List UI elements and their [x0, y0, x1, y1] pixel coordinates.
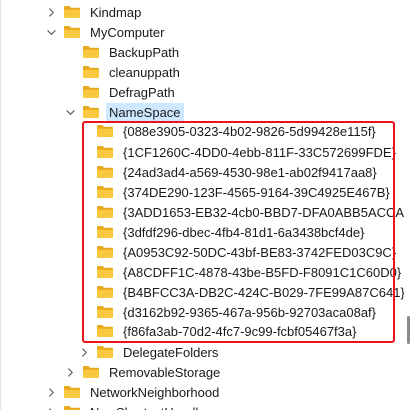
tree-left-border	[0, 0, 1, 410]
folder-icon	[64, 386, 80, 398]
scrollbar-thumb[interactable]	[407, 316, 410, 344]
chevron-right-icon[interactable]	[45, 406, 57, 410]
folder-icon	[83, 106, 99, 118]
tree-item-label: NewShortcutHandlers	[87, 403, 219, 410]
tree-item[interactable]: DefragPath	[64, 82, 178, 102]
tree-item[interactable]: RemovableStorage	[64, 362, 223, 382]
folder-icon	[64, 26, 80, 38]
vertical-scrollbar[interactable]	[404, 0, 414, 410]
tree-item-label: Kindmap	[90, 4, 142, 20]
tree-item-label: RemovableStorage	[109, 364, 221, 380]
highlight-box	[82, 121, 395, 343]
tree-item[interactable]: MyComputer	[45, 22, 167, 42]
tree-item[interactable]: NameSpace	[64, 102, 184, 122]
folder-icon	[83, 86, 99, 98]
tree-item[interactable]: NetworkNeighborhood	[45, 382, 222, 402]
chevron-right-icon[interactable]	[45, 386, 57, 398]
chevron-right-icon[interactable]	[45, 6, 57, 18]
tree-item-label: MyComputer	[90, 24, 165, 40]
chevron-down-icon[interactable]	[64, 106, 76, 118]
tree-item-label: DelegateFolders	[123, 344, 219, 360]
tree-item-label: NameSpace	[106, 102, 184, 122]
tree-item[interactable]: DelegateFolders	[78, 342, 221, 362]
tree-item-label: BackupPath	[109, 44, 180, 60]
tree-item[interactable]: Kindmap	[45, 2, 144, 22]
tree-item-label: cleanuppath	[109, 64, 180, 80]
chevron-down-icon[interactable]	[45, 26, 57, 38]
folder-icon	[83, 366, 99, 378]
folder-icon	[97, 346, 113, 358]
folder-icon	[83, 46, 99, 58]
folder-icon	[64, 6, 80, 18]
tree-item-label: NetworkNeighborhood	[90, 384, 220, 400]
chevron-right-icon[interactable]	[64, 366, 76, 378]
folder-icon	[83, 66, 99, 78]
tree-item[interactable]: NewShortcutHandlers	[45, 402, 219, 410]
tree-item[interactable]: cleanuppath	[64, 62, 183, 82]
folder-icon	[64, 406, 80, 410]
tree-item-label: DefragPath	[109, 84, 175, 100]
tree-item[interactable]: BackupPath	[64, 42, 182, 62]
chevron-right-icon[interactable]	[78, 346, 90, 358]
